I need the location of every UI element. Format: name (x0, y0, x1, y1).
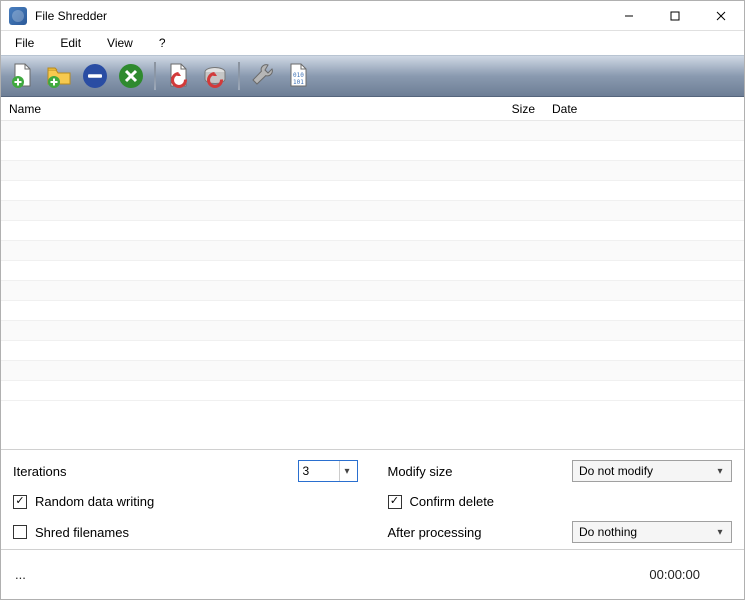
clear-icon (117, 62, 145, 90)
options-panel: Iterations 3 ▾ Modify size Do not modify… (1, 449, 744, 549)
minimize-button[interactable] (606, 1, 652, 30)
window-title: File Shredder (33, 9, 606, 23)
list-row (1, 361, 744, 381)
toolbar-separator (154, 62, 156, 90)
modify-size-row: Modify size Do not modify ▾ (388, 460, 733, 482)
remove-icon (81, 62, 109, 90)
add-file-button[interactable] (7, 60, 39, 92)
binary-file-icon: 010 101 (285, 62, 313, 90)
chevron-down-icon: ▾ (339, 461, 355, 481)
toolbar-separator (238, 62, 240, 90)
menu-view[interactable]: View (101, 34, 139, 52)
modify-size-label: Modify size (388, 464, 565, 479)
list-row (1, 281, 744, 301)
shred-filenames-row: Shred filenames (13, 521, 358, 543)
confirm-delete-checkbox[interactable]: ✓ (388, 495, 402, 509)
clear-button[interactable] (115, 60, 147, 92)
confirm-delete-row: ✓ Confirm delete (388, 494, 733, 509)
close-button[interactable] (698, 1, 744, 30)
app-window: File Shredder File Edit View ? (0, 0, 745, 600)
list-header: Name Size Date (1, 97, 744, 121)
shred-filenames-checkbox[interactable] (13, 525, 27, 539)
modify-size-value: Do not modify (579, 464, 653, 478)
shred-free-space-button[interactable] (199, 60, 231, 92)
chevron-down-icon: ▾ (711, 522, 729, 542)
list-row (1, 201, 744, 221)
titlebar: File Shredder (1, 1, 744, 31)
file-list[interactable] (1, 121, 744, 449)
menubar: File Edit View ? (1, 31, 744, 55)
random-data-checkbox[interactable]: ✓ (13, 495, 27, 509)
list-row (1, 141, 744, 161)
shred-files-button[interactable] (163, 60, 195, 92)
log-button[interactable]: 010 101 (283, 60, 315, 92)
after-processing-dropdown[interactable]: Do nothing ▾ (572, 521, 732, 543)
list-row (1, 221, 744, 241)
maximize-button[interactable] (652, 1, 698, 30)
list-row (1, 381, 744, 401)
column-size[interactable]: Size (474, 102, 544, 116)
list-row (1, 121, 744, 141)
shred-file-icon (165, 62, 193, 90)
list-row (1, 301, 744, 321)
toolbar: 010 101 (1, 55, 744, 97)
window-controls (606, 1, 744, 30)
after-processing-value: Do nothing (579, 525, 637, 539)
list-row (1, 321, 744, 341)
svg-text:010: 010 (293, 72, 304, 79)
iterations-value: 3 (303, 464, 310, 478)
confirm-delete-label: Confirm delete (410, 494, 733, 509)
status-text: ... (15, 567, 649, 582)
add-folder-icon (45, 62, 73, 90)
list-row (1, 161, 744, 181)
wrench-icon (249, 62, 277, 90)
add-file-icon (9, 62, 37, 90)
column-name[interactable]: Name (1, 102, 474, 116)
statusbar: ... 00:00:00 (1, 549, 744, 599)
remove-button[interactable] (79, 60, 111, 92)
random-data-row: ✓ Random data writing (13, 494, 358, 509)
list-row (1, 261, 744, 281)
column-date[interactable]: Date (544, 102, 744, 116)
after-processing-row: After processing Do nothing ▾ (388, 521, 733, 543)
list-row (1, 181, 744, 201)
shred-filenames-label: Shred filenames (35, 525, 358, 540)
iterations-label: Iterations (13, 464, 290, 479)
menu-edit[interactable]: Edit (54, 34, 87, 52)
svg-text:101: 101 (293, 79, 304, 86)
app-icon (9, 7, 27, 25)
iterations-dropdown[interactable]: 3 ▾ (298, 460, 358, 482)
status-timer: 00:00:00 (649, 567, 730, 582)
menu-help[interactable]: ? (153, 34, 172, 52)
menu-file[interactable]: File (9, 34, 40, 52)
modify-size-dropdown[interactable]: Do not modify ▾ (572, 460, 732, 482)
iterations-row: Iterations 3 ▾ (13, 460, 358, 482)
shred-disk-icon (201, 62, 229, 90)
list-row (1, 341, 744, 361)
list-row (1, 241, 744, 261)
settings-button[interactable] (247, 60, 279, 92)
add-folder-button[interactable] (43, 60, 75, 92)
chevron-down-icon: ▾ (711, 461, 729, 481)
random-data-label: Random data writing (35, 494, 358, 509)
after-processing-label: After processing (388, 525, 565, 540)
